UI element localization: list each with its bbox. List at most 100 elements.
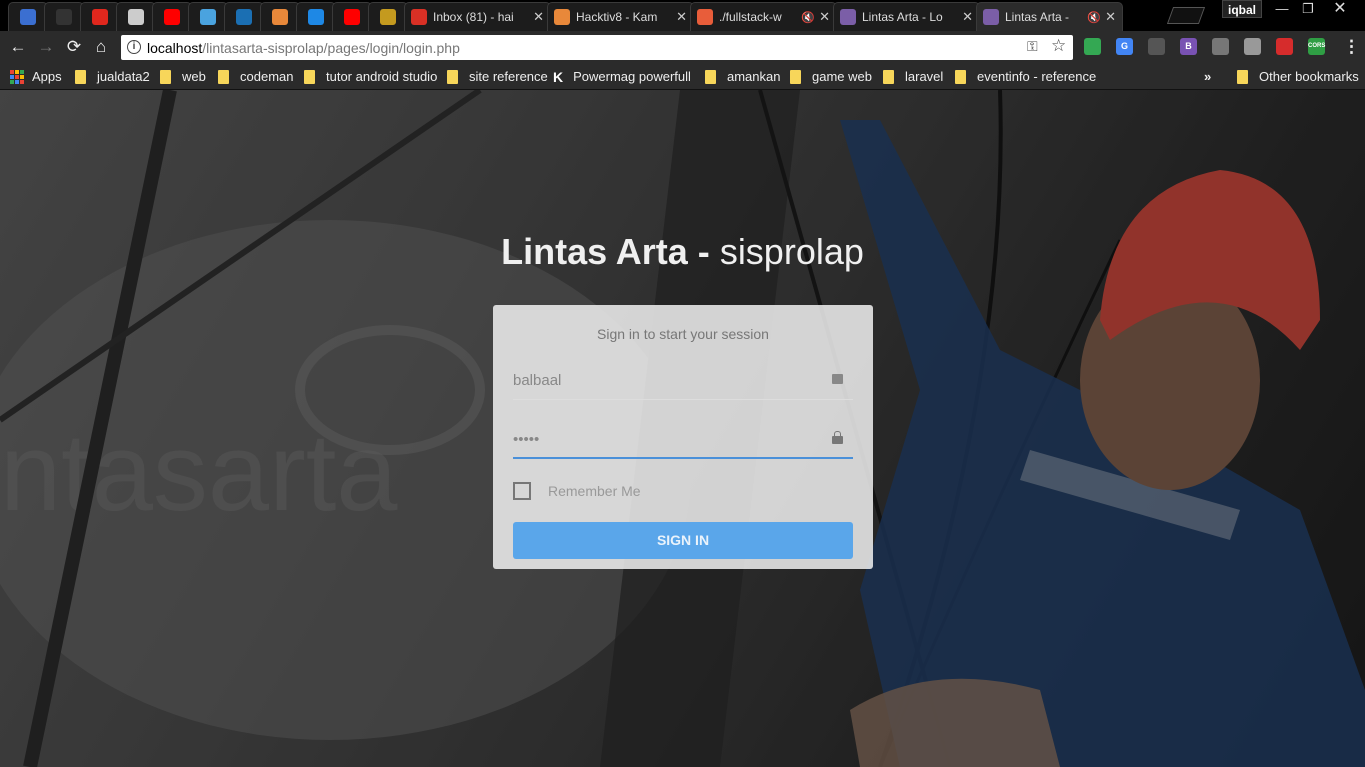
bookmark-label: amankan [727, 69, 781, 84]
bookmark-item[interactable]: tutor android studio [304, 68, 437, 85]
google-translate-icon[interactable]: G [1116, 38, 1133, 55]
folder-icon [790, 69, 801, 84]
folder-icon [447, 69, 458, 84]
folder-icon [883, 69, 894, 84]
brand-name: Lintas Arta - [501, 231, 710, 272]
tab[interactable] [80, 2, 120, 31]
xxi-icon [380, 9, 396, 25]
tab-title: Hacktiv8 - Kam [576, 10, 658, 24]
other-bookmarks-label: Other bookmarks [1259, 69, 1359, 84]
close-window-icon[interactable]: ✕ [1326, 0, 1354, 18]
back-icon[interactable]: ← [7, 36, 29, 58]
bookmark-item[interactable]: K Powermag powerfull [553, 68, 691, 85]
folder-icon [218, 69, 229, 84]
info-icon[interactable]: i [127, 40, 141, 54]
apps-shortcut[interactable]: Apps [10, 68, 62, 85]
menu-icon[interactable]: ⋮ [1343, 37, 1360, 57]
password-input[interactable] [513, 421, 823, 457]
tab[interactable] [368, 2, 408, 31]
close-tab-icon[interactable]: ✕ [819, 9, 830, 25]
reload-icon[interactable]: ⟳ [63, 36, 85, 58]
url-host: localhost [147, 40, 203, 56]
key-icon[interactable]: ⚿ [1027, 38, 1038, 55]
cors-icon[interactable]: CORS [1308, 38, 1325, 55]
bookmark-label: game web [812, 69, 872, 84]
tab[interactable]: Lintas Arta - Lo ✕ [833, 2, 980, 31]
tab[interactable]: Hacktiv8 - Kam ✕ [547, 2, 694, 31]
tab-title: Lintas Arta - [1005, 10, 1070, 24]
folder-icon [955, 69, 966, 84]
pen-icon[interactable] [1148, 38, 1165, 55]
profile-button[interactable]: iqbal [1222, 0, 1262, 18]
tab[interactable] [44, 2, 84, 31]
muted-speaker-icon[interactable]: 🔇 [1087, 11, 1101, 24]
youtube-icon [164, 9, 180, 25]
bookmark-item[interactable]: laravel [883, 68, 943, 85]
bookmark-item[interactable]: site reference [447, 68, 548, 85]
globe-icon[interactable] [1212, 38, 1229, 55]
bookmark-label: tutor android studio [326, 69, 438, 84]
lintas-icon [840, 9, 856, 25]
bookmarks-overflow-button[interactable]: » [1204, 68, 1211, 85]
url-text[interactable]: localhost/lintasarta-sisprolap/pages/log… [147, 40, 460, 56]
username-input[interactable] [513, 362, 823, 398]
tab-active[interactable]: Lintas Arta - 🔇 ✕ [976, 2, 1123, 31]
opera-icon[interactable] [1276, 38, 1293, 55]
tab[interactable] [188, 2, 228, 31]
tab[interactable] [296, 2, 336, 31]
apps-grid-icon [10, 69, 24, 84]
home-icon[interactable]: ⌂ [90, 36, 112, 58]
udemy-icon [92, 9, 108, 25]
close-tab-icon[interactable]: ✕ [676, 9, 687, 25]
tab[interactable] [8, 2, 48, 31]
tab[interactable] [332, 2, 372, 31]
sign-in-button[interactable]: SIGN IN [513, 522, 853, 559]
login-box: Sign in to start your session Remember M… [493, 305, 873, 569]
bookmark-item[interactable]: jualdata2 [75, 68, 150, 85]
u-icon [697, 9, 713, 25]
bookmark-item[interactable]: eventinfo - reference [955, 68, 1096, 85]
bookmark-star-icon[interactable]: ☆ [1051, 36, 1066, 56]
github-icon [56, 9, 72, 25]
muted-speaker-icon[interactable]: 🔇 [801, 11, 815, 24]
tab[interactable]: Inbox (81) - hai ✕ [404, 2, 551, 31]
login-box-message: Sign in to start your session [597, 326, 769, 342]
k-site-icon: K [553, 68, 564, 85]
bootstrap-icon[interactable]: B [1180, 38, 1197, 55]
tab[interactable] [152, 2, 192, 31]
gmail-icon [411, 9, 427, 25]
remember-me-label: Remember Me [548, 483, 641, 499]
remember-me-checkbox[interactable] [513, 482, 531, 500]
bookmark-icon [20, 9, 36, 25]
lock-icon [832, 431, 843, 444]
google-drive-icon[interactable] [1084, 38, 1101, 55]
close-tab-icon[interactable]: ✕ [1105, 9, 1116, 25]
address-bar[interactable]: i localhost/lintasarta-sisprolap/pages/l… [121, 35, 1073, 60]
tab-title: ./fullstack-w [719, 10, 782, 24]
tab[interactable]: ./fullstack-w 🔇 ✕ [690, 2, 837, 31]
app-name: sisprolap [719, 231, 864, 272]
minimize-icon[interactable]: — [1268, 0, 1296, 18]
youtube-icon [344, 9, 360, 25]
cloud-icon[interactable] [1244, 38, 1261, 55]
other-bookmarks-folder[interactable]: Other bookmarks [1237, 68, 1359, 85]
forward-icon[interactable]: → [35, 36, 57, 58]
bookmark-label: Powermag powerfull [573, 69, 691, 84]
close-tab-icon[interactable]: ✕ [533, 9, 544, 25]
tab-strip: Inbox (81) - hai ✕ Hacktiv8 - Kam ✕ ./fullst… [0, 0, 1365, 31]
fox-icon [554, 9, 570, 25]
tab[interactable] [224, 2, 264, 31]
tab[interactable] [116, 2, 156, 31]
bookmark-item[interactable]: game web [790, 68, 872, 85]
phpstorm-icon [308, 9, 324, 25]
close-tab-icon[interactable]: ✕ [962, 9, 973, 25]
folder-icon [160, 69, 171, 84]
bookmark-item[interactable]: amankan [705, 68, 780, 85]
tab-list: Inbox (81) - hai ✕ Hacktiv8 - Kam ✕ ./fullst… [8, 2, 1123, 31]
bookmark-item[interactable]: codeman [218, 68, 293, 85]
bookmark-item[interactable]: web [160, 68, 206, 85]
tab[interactable] [260, 2, 300, 31]
new-tab-button[interactable] [1166, 7, 1206, 24]
remember-me: Remember Me [513, 482, 641, 500]
restore-icon[interactable]: ❐ [1294, 0, 1322, 18]
